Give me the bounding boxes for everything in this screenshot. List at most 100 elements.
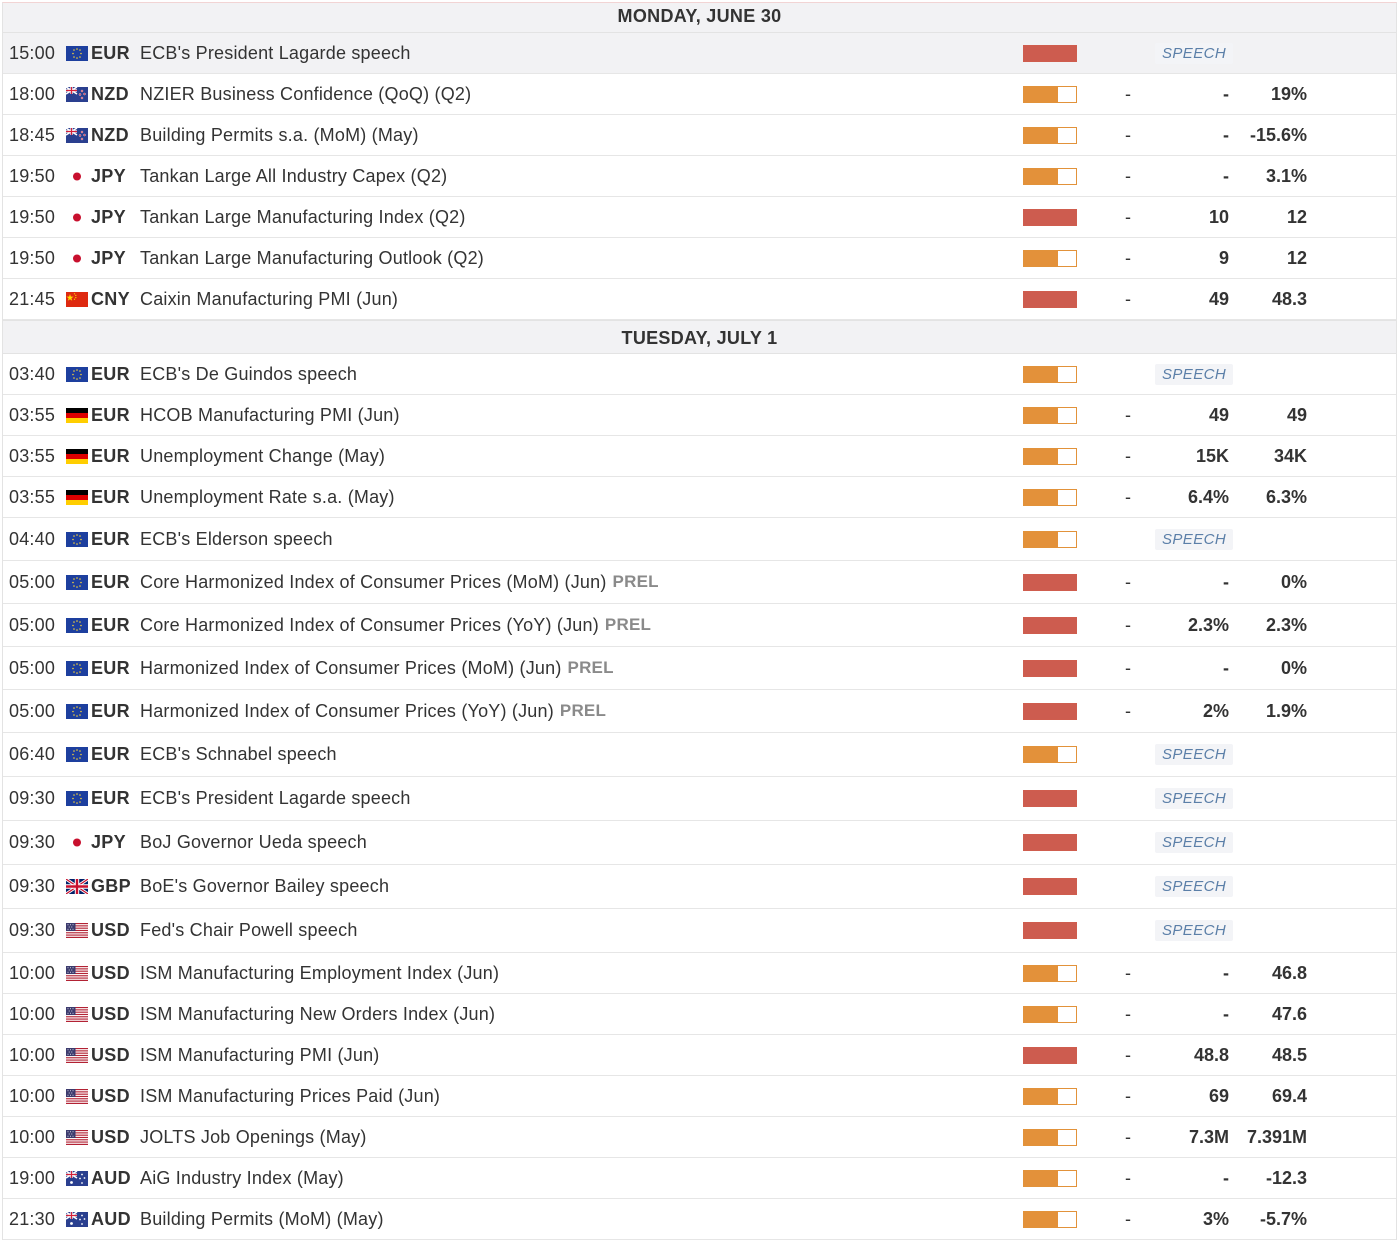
- event-previous: 3.1%: [1265, 165, 1307, 186]
- event-row[interactable]: 18:00 NZD NZIER Business Confidence (QoQ) …: [3, 74, 1396, 115]
- event-row[interactable]: 06:40 EUR ECB's Schnabel speech SPEECH: [3, 733, 1396, 777]
- event-row[interactable]: 09:30 GBP BoE's Governor Bailey speech SPEE…: [3, 865, 1396, 909]
- event-row[interactable]: 10:00 USD ISM Manufacturing PMI (Jun) - 48.8…: [3, 1035, 1396, 1076]
- event-row[interactable]: 19:50 JPY Tankan Large Manufacturing Index…: [3, 197, 1396, 238]
- event-title[interactable]: Tankan Large Manufacturing Outlook (Q2): [140, 238, 484, 278]
- event-title-text[interactable]: BoE's Governor Bailey speech: [140, 876, 389, 897]
- event-title-text[interactable]: ECB's President Lagarde speech: [140, 43, 411, 64]
- event-title-text[interactable]: Unemployment Change (May): [140, 446, 385, 467]
- event-row[interactable]: 10:00 USD ISM Manufacturing Prices Paid (J…: [3, 1076, 1396, 1117]
- event-title-text[interactable]: ECB's Schnabel speech: [140, 744, 337, 765]
- event-title-text[interactable]: JOLTS Job Openings (May): [140, 1127, 367, 1148]
- event-title-text[interactable]: ISM Manufacturing PMI (Jun): [140, 1045, 379, 1066]
- event-currency: USD: [91, 1003, 130, 1024]
- event-title[interactable]: ECB's De Guindos speech: [140, 354, 357, 394]
- event-title-text[interactable]: ISM Manufacturing New Orders Index (Jun): [140, 1004, 495, 1025]
- event-title[interactable]: Core Harmonized Index of Consumer Prices…: [140, 604, 651, 646]
- event-row[interactable]: 05:00 EUR Core Harmonized Index of Consume…: [3, 604, 1396, 647]
- event-title-text[interactable]: Building Permits (MoM) (May): [140, 1209, 384, 1230]
- event-title[interactable]: ECB's President Lagarde speech: [140, 33, 411, 73]
- event-title[interactable]: ISM Manufacturing Employment Index (Jun): [140, 953, 499, 993]
- event-row[interactable]: 10:00 USD JOLTS Job Openings (May) - 7.3M 7.3…: [3, 1117, 1396, 1158]
- event-row[interactable]: 04:40 EUR ECB's Elderson speech SPEECH: [3, 518, 1396, 561]
- event-title-text[interactable]: Caixin Manufacturing PMI (Jun): [140, 289, 398, 310]
- event-title-text[interactable]: HCOB Manufacturing PMI (Jun): [140, 405, 400, 426]
- event-title-text[interactable]: ECB's Elderson speech: [140, 529, 333, 550]
- event-title[interactable]: ISM Manufacturing New Orders Index (Jun): [140, 994, 495, 1034]
- event-title-text[interactable]: Harmonized Index of Consumer Prices (MoM…: [140, 658, 562, 679]
- event-row[interactable]: 10:00 USD ISM Manufacturing Employment Ind…: [3, 953, 1396, 994]
- event-title[interactable]: Caixin Manufacturing PMI (Jun): [140, 279, 398, 319]
- event-forecast: -: [1223, 165, 1229, 186]
- event-title[interactable]: HCOB Manufacturing PMI (Jun): [140, 395, 400, 435]
- event-row[interactable]: 18:45 NZD Building Permits s.a. (MoM) (May…: [3, 115, 1396, 156]
- speech-badge: SPEECH: [1155, 909, 1234, 952]
- event-row[interactable]: 21:30 AUD Building Permits (MoM) (May) - 3% -…: [3, 1199, 1396, 1240]
- event-title[interactable]: Core Harmonized Index of Consumer Prices…: [140, 561, 659, 603]
- event-row[interactable]: 03:55 EUR Unemployment Rate s.a. (May) - 6.4…: [3, 477, 1396, 518]
- event-row[interactable]: 03:55 EUR Unemployment Change (May) - 15K 34K: [3, 436, 1396, 477]
- event-title-text[interactable]: ISM Manufacturing Employment Index (Jun): [140, 963, 499, 984]
- event-title-text[interactable]: Fed's Chair Powell speech: [140, 920, 358, 941]
- event-title[interactable]: Building Permits (MoM) (May): [140, 1199, 384, 1239]
- event-title-text[interactable]: ECB's President Lagarde speech: [140, 788, 411, 809]
- event-title-text[interactable]: ECB's De Guindos speech: [140, 364, 357, 385]
- event-row[interactable]: 09:30 USD Fed's Chair Powell speech SPEECH: [3, 909, 1396, 953]
- event-title[interactable]: Harmonized Index of Consumer Prices (MoM…: [140, 647, 614, 689]
- impact-indicator: [1023, 561, 1077, 603]
- event-title[interactable]: Fed's Chair Powell speech: [140, 909, 358, 952]
- event-title-text[interactable]: NZIER Business Confidence (QoQ) (Q2): [140, 84, 471, 105]
- event-row[interactable]: 21:45 CNY Caixin Manufacturing PMI (Jun) - 4…: [3, 279, 1396, 320]
- event-title[interactable]: ECB's Elderson speech: [140, 518, 333, 560]
- event-row[interactable]: 03:55 EUR HCOB Manufacturing PMI (Jun) - 49 4…: [3, 395, 1396, 436]
- event-row[interactable]: 03:40 EUR ECB's De Guindos speech SPEECH: [3, 354, 1396, 395]
- event-title[interactable]: ISM Manufacturing Prices Paid (Jun): [140, 1076, 440, 1116]
- event-title[interactable]: BoJ Governor Ueda speech: [140, 821, 367, 864]
- event-title[interactable]: ECB's Schnabel speech: [140, 733, 337, 776]
- event-currency: EUR: [91, 528, 130, 549]
- event-row[interactable]: 19:00 AUD AiG Industry Index (May) - - -12.3: [3, 1158, 1396, 1199]
- impact-bar-high: [1023, 702, 1077, 720]
- event-row[interactable]: 05:00 EUR Core Harmonized Index of Consume…: [3, 561, 1396, 604]
- event-title[interactable]: ISM Manufacturing PMI (Jun): [140, 1035, 379, 1075]
- event-title[interactable]: JOLTS Job Openings (May): [140, 1117, 367, 1157]
- event-title[interactable]: Tankan Large All Industry Capex (Q2): [140, 156, 447, 196]
- event-title-text[interactable]: Tankan Large All Industry Capex (Q2): [140, 166, 447, 187]
- event-row[interactable]: 05:00 EUR Harmonized Index of Consumer Pri…: [3, 647, 1396, 690]
- impact-indicator: [1023, 115, 1077, 155]
- event-row[interactable]: 09:30 JPY BoJ Governor Ueda speech SPEECH: [3, 821, 1396, 865]
- event-row[interactable]: 09:30 EUR ECB's President Lagarde speech SP…: [3, 777, 1396, 821]
- event-forecast: -: [1223, 962, 1229, 983]
- event-title[interactable]: BoE's Governor Bailey speech: [140, 865, 389, 908]
- event-title-text[interactable]: Core Harmonized Index of Consumer Prices…: [140, 615, 599, 636]
- event-title-text[interactable]: Core Harmonized Index of Consumer Prices…: [140, 572, 607, 593]
- impact-bar-high: [1023, 290, 1077, 308]
- event-title-text[interactable]: ISM Manufacturing Prices Paid (Jun): [140, 1086, 440, 1107]
- event-currency: EUR: [91, 700, 130, 721]
- event-title[interactable]: ECB's President Lagarde speech: [140, 777, 411, 820]
- event-row[interactable]: 05:00 EUR Harmonized Index of Consumer Pri…: [3, 690, 1396, 733]
- event-title[interactable]: Building Permits s.a. (MoM) (May): [140, 115, 419, 155]
- us-flag-icon: [66, 994, 88, 1034]
- event-title[interactable]: AiG Industry Index (May): [140, 1158, 344, 1198]
- event-time: 18:45: [9, 124, 56, 145]
- event-title-text[interactable]: Unemployment Rate s.a. (May): [140, 487, 395, 508]
- event-row[interactable]: 19:50 JPY Tankan Large Manufacturing Outlo…: [3, 238, 1396, 279]
- event-row[interactable]: 19:50 JPY Tankan Large All Industry Capex …: [3, 156, 1396, 197]
- event-title-text[interactable]: AiG Industry Index (May): [140, 1168, 344, 1189]
- event-title[interactable]: NZIER Business Confidence (QoQ) (Q2): [140, 74, 471, 114]
- event-title-text[interactable]: BoJ Governor Ueda speech: [140, 832, 367, 853]
- event-row[interactable]: 10:00 USD ISM Manufacturing New Orders Ind…: [3, 994, 1396, 1035]
- event-title-text[interactable]: Tankan Large Manufacturing Index (Q2): [140, 207, 466, 228]
- event-title-text[interactable]: Building Permits s.a. (MoM) (May): [140, 125, 419, 146]
- event-title[interactable]: Unemployment Rate s.a. (May): [140, 477, 395, 517]
- au-flag-icon: [66, 1158, 88, 1198]
- event-title[interactable]: Unemployment Change (May): [140, 436, 385, 476]
- speech-badge: SPEECH: [1155, 777, 1234, 820]
- event-title-text[interactable]: Tankan Large Manufacturing Outlook (Q2): [140, 248, 484, 269]
- eu-flag-icon: [66, 647, 88, 689]
- event-title[interactable]: Tankan Large Manufacturing Index (Q2): [140, 197, 466, 237]
- event-title[interactable]: Harmonized Index of Consumer Prices (YoY…: [140, 690, 606, 732]
- event-title-text[interactable]: Harmonized Index of Consumer Prices (YoY…: [140, 701, 554, 722]
- event-row[interactable]: 15:00 EUR ECB's President Lagarde speech SP…: [3, 33, 1396, 74]
